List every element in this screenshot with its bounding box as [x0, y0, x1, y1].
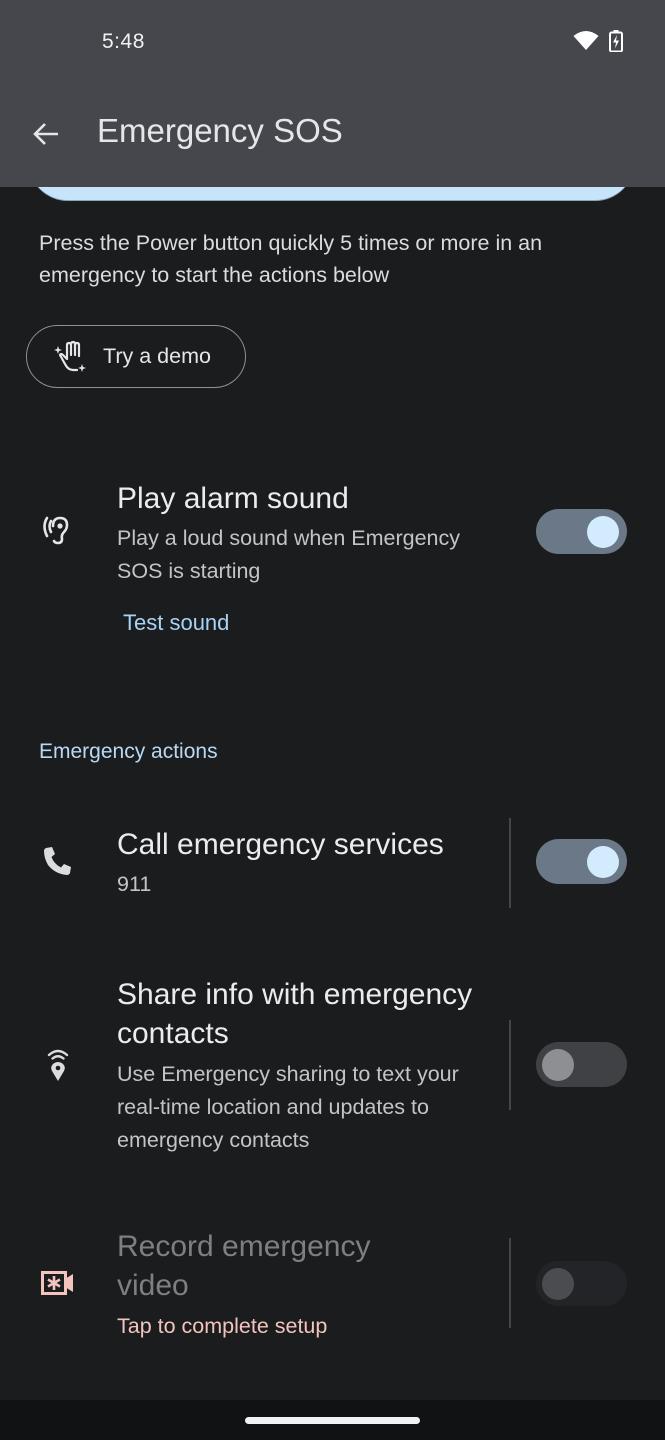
row-divider [509, 1238, 511, 1328]
alarm-title: Play alarm sound [117, 482, 349, 515]
toggle-knob [587, 516, 619, 548]
share-info-toggle[interactable] [536, 1042, 627, 1087]
share-info-subtitle: Use Emergency sharing to text your real-… [117, 1062, 459, 1152]
gesture-handle[interactable] [245, 1417, 420, 1424]
record-video-title: Record emergency video [117, 1230, 371, 1302]
setting-row-share-info[interactable]: Share info with emergency contacts Use E… [0, 975, 665, 1155]
section-header-emergency-actions: Emergency actions [39, 740, 218, 763]
toggle-knob [587, 846, 619, 878]
emergency-video-icon [41, 1271, 73, 1295]
phone-icon [44, 847, 71, 875]
gesture-hand-sparkle-icon [54, 340, 86, 372]
try-demo-label: Try a demo [103, 344, 211, 368]
app-bar: 5:48 Emergency SOS [0, 0, 665, 187]
status-time: 5:48 [102, 30, 145, 53]
location-share-icon [47, 1049, 69, 1081]
status-icons [573, 30, 623, 52]
back-button[interactable] [28, 116, 64, 152]
row-divider [509, 1020, 511, 1110]
alarm-subtitle: Play a loud sound when Emergency SOS is … [117, 526, 461, 583]
call-emergency-title: Call emergency services [117, 828, 444, 861]
share-info-title: Share info with emergency contacts [117, 978, 473, 1050]
page-title: Emergency SOS [97, 112, 343, 149]
alarm-toggle[interactable] [536, 509, 627, 554]
call-emergency-number: 911 [117, 872, 152, 896]
battery-charging-icon [609, 30, 623, 52]
setting-row-call-emergency[interactable]: Call emergency services 911 [0, 818, 665, 908]
toggle-knob [542, 1049, 574, 1081]
hearing-icon [43, 516, 69, 545]
record-video-subtitle: Tap to complete setup [117, 1314, 328, 1338]
setting-row-alarm[interactable]: Play alarm sound Play a loud sound when … [0, 470, 665, 600]
wifi-icon [573, 31, 599, 50]
intro-description: Press the Power button quickly 5 times o… [39, 231, 543, 287]
try-demo-button[interactable]: Try a demo [26, 325, 246, 388]
toggle-knob [542, 1268, 574, 1300]
test-sound-link[interactable]: Test sound [123, 610, 229, 636]
call-emergency-toggle[interactable] [536, 839, 627, 884]
row-divider [509, 818, 511, 908]
setting-row-record-video[interactable]: Record emergency video Tap to complete s… [0, 1225, 665, 1345]
record-video-toggle[interactable] [536, 1261, 627, 1306]
arrow-left-icon [33, 123, 58, 145]
